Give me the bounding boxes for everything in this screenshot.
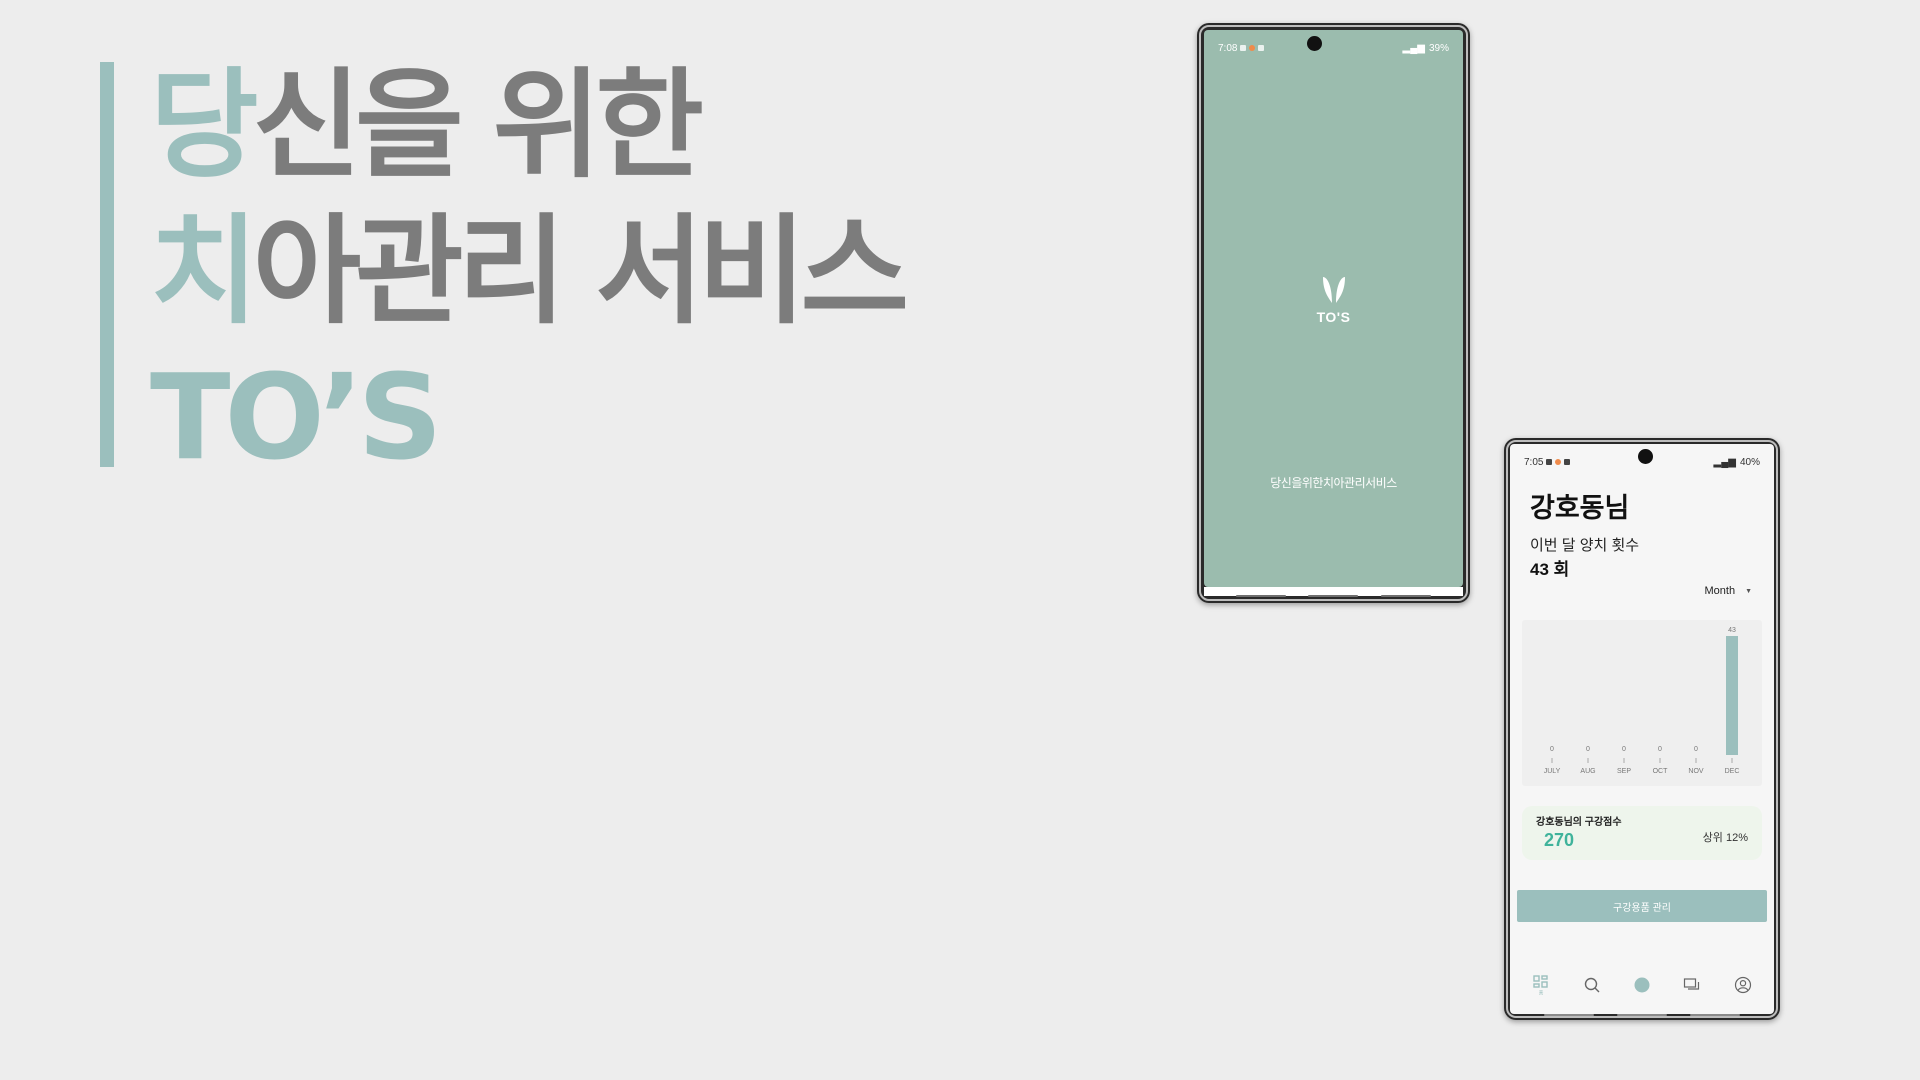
chart-tick-label-sep: SEP xyxy=(1617,768,1631,775)
headline-line-1-accent: 당 xyxy=(150,56,259,194)
gesture-bar xyxy=(1504,1014,1780,1016)
home-phone: 7:05 ▂▄▆ 40% 강호동님 이번 달 양치 횟수 43 회 Month … xyxy=(1504,438,1780,1020)
headline-line-2: 치아관리 서비스 xyxy=(150,198,909,344)
chart-data-label-oct: 0 xyxy=(1658,746,1662,753)
chart-data-label-sep: 0 xyxy=(1622,746,1626,753)
camera-hole xyxy=(1638,449,1653,464)
camera-hole xyxy=(1307,36,1322,51)
nav-search[interactable] xyxy=(1575,968,1609,1002)
status-bar: 7:08 ▂▄▆ 39% xyxy=(1218,41,1449,55)
chart-data-label-july: 0 xyxy=(1550,746,1554,753)
chat-icon xyxy=(1684,978,1700,990)
grid-icon: 홈 xyxy=(1533,975,1548,997)
chart-tick-label-oct: OCT xyxy=(1653,768,1669,775)
user-name: 강호동님 xyxy=(1530,493,1630,523)
chart-data-label-aug: 0 xyxy=(1586,746,1590,753)
tooth-logo-icon xyxy=(1322,277,1345,303)
signal-icon: ▂▄▆ xyxy=(1402,42,1425,54)
headline: 당신을 위한 치아관리 서비스 TO’S xyxy=(150,52,909,490)
nav-dashboard-label: 홈 xyxy=(1539,990,1544,997)
chart-tick-label-dec: DEC xyxy=(1725,768,1740,775)
gesture-bar xyxy=(1197,595,1470,597)
headline-line-2-accent: 치 xyxy=(150,202,259,340)
chart-bar-dec xyxy=(1726,636,1738,755)
chart-data-label-dec: 43 xyxy=(1728,627,1736,634)
oral-products-manage-button[interactable]: 구강용품 관리 xyxy=(1517,890,1767,922)
headline-line-1-rest: 신을 위한 xyxy=(252,56,704,194)
brushing-chart: 0 JULY 0 AUG 0 SEP 0 OCT 0 NOV 43 DEC xyxy=(1522,620,1762,786)
user-icon xyxy=(1734,976,1751,994)
headline-line-2-rest: 아관리 서비스 xyxy=(252,202,909,340)
chart-tick-label-july: JULY xyxy=(1544,768,1561,775)
battery-level: 40% xyxy=(1739,456,1760,468)
status-time: 7:05 xyxy=(1524,456,1544,468)
nav-home[interactable] xyxy=(1625,968,1659,1002)
period-select-value: Month xyxy=(1704,585,1736,597)
brush-count-label: 이번 달 양치 횟수 xyxy=(1530,537,1640,554)
oral-score-rank: 상위 12% xyxy=(1702,832,1748,844)
bar-chart: 0 JULY 0 AUG 0 SEP 0 OCT 0 NOV 43 DEC xyxy=(1544,627,1740,775)
home-screen: 7:05 ▂▄▆ 40% 강호동님 이번 달 양치 횟수 43 회 Month … xyxy=(1510,444,1774,1014)
app-notification-icon xyxy=(1555,459,1562,465)
chart-data-label-nov: 0 xyxy=(1694,746,1698,753)
splash-logo: TO'S xyxy=(1204,275,1463,325)
oral-score-card[interactable]: 강호동님의 구강점수 270 상위 12% xyxy=(1522,806,1762,860)
oral-score-value: 270 xyxy=(1544,830,1575,850)
circle-icon xyxy=(1634,977,1650,993)
app-notification-icon xyxy=(1249,45,1256,51)
splash-screen: 7:08 ▂▄▆ 39% TO'S 당신을위한치아관리서비스 xyxy=(1204,30,1463,587)
message-icon xyxy=(1564,459,1571,465)
nav-chat[interactable] xyxy=(1675,968,1709,1002)
headline-brand: TO’S xyxy=(150,348,443,486)
caret-down-icon: ▼ xyxy=(1745,587,1752,595)
headline-accent-bar xyxy=(100,62,114,467)
nav-dashboard[interactable]: 홈 xyxy=(1524,968,1558,1002)
chart-tick-label-aug: AUG xyxy=(1580,768,1595,775)
battery-level: 39% xyxy=(1428,42,1449,54)
headline-line-1: 당신을 위한 xyxy=(150,52,903,198)
notification-icon xyxy=(1546,459,1553,465)
message-icon xyxy=(1258,45,1265,51)
search-icon xyxy=(1584,977,1600,993)
status-time: 7:08 xyxy=(1218,42,1238,54)
splash-phone: 7:08 ▂▄▆ 39% TO'S 당신을위한치아관리서비스 xyxy=(1197,23,1470,603)
splash-logo-text: TO'S xyxy=(1316,309,1351,325)
bottom-nav: 홈 xyxy=(1510,968,1774,1002)
oral-score-title: 강호동님의 구강점수 xyxy=(1536,817,1622,828)
notification-icon xyxy=(1240,45,1247,51)
chart-tick-label-nov: NOV xyxy=(1688,768,1704,775)
splash-tagline: 당신을위한치아관리서비스 xyxy=(1270,476,1397,490)
nav-profile[interactable] xyxy=(1726,968,1760,1002)
brush-count-value: 43 회 xyxy=(1530,560,1570,579)
period-select[interactable]: Month ▼ xyxy=(1704,585,1752,597)
signal-icon: ▂▄▆ xyxy=(1713,456,1736,468)
